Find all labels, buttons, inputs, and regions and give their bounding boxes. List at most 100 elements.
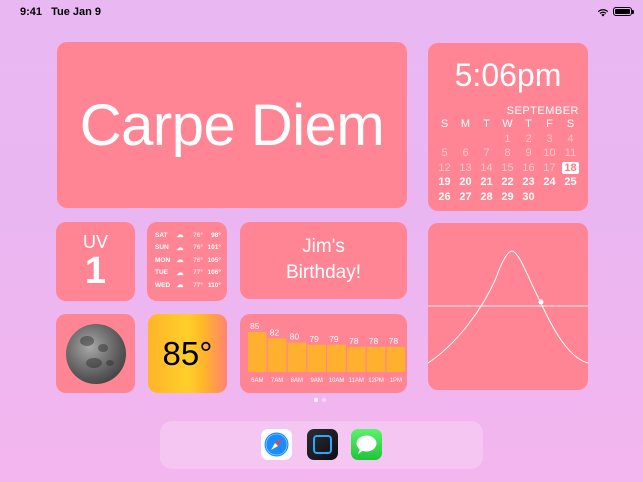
birthday-line-2: Birthday! [286, 262, 361, 283]
calendar-widget[interactable]: 5:06pm SEPTEMBER S M T W T F S 1 2 3 4 5… [428, 43, 588, 211]
hourly-bar-label: 12PM [368, 378, 384, 384]
hourly-bar-value: 80 [290, 332, 300, 342]
forecast-day: TUE [155, 269, 168, 276]
hourly-bar [287, 342, 307, 372]
carpe-diem-text: Carpe Diem [79, 92, 385, 158]
calendar-day: 16 [522, 161, 535, 174]
hourly-forecast-widget[interactable]: 85 6AM 82 7AM 80 8AM 79 9AM 79 10AM 78 11AM 78 12PM 78… [240, 314, 407, 393]
calendar-day: 9 [525, 147, 532, 160]
calendar-day: 20 [459, 176, 472, 189]
weekday-label: M [460, 118, 471, 131]
forecast-row: WED ☁ 77° 110° [155, 281, 221, 290]
calendar-day: 13 [459, 161, 472, 174]
calendar-day: 7 [483, 147, 490, 160]
safari-icon[interactable] [261, 429, 292, 460]
hourly-bar-value: 79 [309, 334, 319, 344]
forecast-high: 106° [207, 269, 221, 276]
hourly-bar-chart: 85 6AM 82 7AM 80 8AM 79 9AM 79 10AM 78 11AM 78 12PM 78… [248, 321, 406, 384]
hourly-bar-value: 85 [250, 321, 260, 331]
page-indicator[interactable] [314, 398, 326, 402]
calendar-day: 12 [438, 161, 451, 174]
calendar-day [539, 190, 560, 205]
calendar-day [434, 132, 455, 147]
calendar-day: 23 [522, 176, 535, 189]
battery-icon [613, 7, 634, 16]
temperature-value: 85° [162, 334, 213, 372]
forecast-high: 105° [207, 256, 221, 264]
graph-curve [428, 250, 588, 364]
hourly-bar [267, 338, 287, 372]
moon-phase-widget[interactable] [56, 314, 135, 393]
forecast-widget[interactable]: SAT ☁ 76° 98° SUN ☁ 76° 101° MON ☁ 76° 1… [147, 222, 227, 301]
calendar-day: 29 [501, 190, 514, 203]
weekday-label: W [502, 118, 513, 131]
partly-cloudy-icon: ☁ [176, 257, 184, 264]
birthday-line-1: Jim's [302, 236, 345, 257]
weekday-label: S [440, 118, 449, 131]
hourly-bar-value: 78 [389, 336, 399, 346]
calendar-day: 25 [564, 176, 577, 189]
calendar-day: 2 [525, 132, 532, 145]
hourly-bar-label: 7AM [271, 378, 283, 384]
calendar-day [476, 132, 497, 147]
carpe-diem-widget[interactable]: Carpe Diem [57, 42, 407, 208]
temperature-widget[interactable]: 85° [148, 314, 227, 393]
calendar-day: 5 [441, 147, 448, 160]
graph-point [538, 299, 544, 305]
calendar-day: 22 [501, 176, 514, 189]
forecast-row: MON ☁ 76° 105° [155, 256, 221, 265]
calendar-time: 5:06pm [454, 57, 562, 93]
status-bar: 9:41 Tue Jan 9 [20, 6, 107, 18]
calendar-day: 24 [543, 176, 556, 189]
calendar-day: 27 [459, 190, 472, 203]
partly-cloudy-icon: ☁ [176, 232, 184, 239]
calendar-day: 1 [504, 132, 511, 145]
calendar-day [455, 132, 476, 147]
wifi-icon [597, 9, 609, 17]
page-dot-active[interactable] [314, 398, 318, 402]
forecast-day: SUN [155, 244, 169, 251]
today-marker: 18 [562, 161, 579, 174]
hourly-bar-label: 8AM [291, 378, 303, 384]
forecast-day: SAT [155, 231, 168, 239]
curve-graph-widget[interactable] [428, 223, 588, 390]
forecast-low: 77° [193, 281, 203, 289]
forecast-low: 77° [193, 269, 203, 276]
calendar-day: 28 [480, 190, 493, 203]
weekday-label: S [566, 118, 575, 131]
hourly-bar-value: 78 [369, 336, 379, 346]
calendar-day: 11 [564, 147, 577, 160]
frame-app-icon[interactable] [307, 429, 338, 460]
messages-icon[interactable] [351, 429, 382, 460]
calendar-day: 26 [438, 190, 451, 203]
calendar-day-today[interactable]: 18 [560, 161, 581, 176]
calendar-grid: S M T W T F S 1 2 3 4 5 6 7 8 9 10 11 12 [434, 117, 581, 204]
calendar-day: 4 [567, 132, 574, 145]
page-dot[interactable] [322, 398, 326, 402]
partly-cloudy-icon: ☁ [176, 282, 184, 289]
hourly-bar-value: 82 [270, 327, 280, 337]
curve-graph [428, 250, 588, 364]
weekday-row: S M T W T F S [434, 117, 581, 132]
calendar-day: 21 [480, 176, 493, 189]
weekday-label: T [525, 118, 532, 131]
status-date: Tue Jan 9 [51, 6, 102, 18]
forecast-high: 110° [207, 281, 221, 289]
calendar-day: 15 [501, 161, 514, 174]
week-row: 12 13 14 15 16 17 18 [434, 161, 581, 176]
uv-value: 1 [84, 250, 107, 292]
forecast-day: MON [155, 256, 171, 264]
forecast-row: SUN ☁ 76° 101° [155, 244, 221, 252]
forecast-low: 76° [193, 256, 203, 264]
calendar-day: 8 [504, 147, 511, 160]
hourly-bar [386, 346, 406, 372]
weekday-label: F [546, 118, 553, 131]
week-row: 5 6 7 8 9 10 11 [434, 146, 581, 161]
moon-icon [65, 323, 126, 384]
uv-index-widget[interactable]: UV 1 [56, 222, 135, 301]
calendar-day: 19 [438, 176, 451, 189]
hourly-bar-value: 78 [349, 336, 359, 346]
hourly-bar [307, 344, 326, 372]
calendar-day: 10 [543, 147, 556, 160]
birthday-widget[interactable]: Jim's Birthday! [240, 222, 407, 299]
